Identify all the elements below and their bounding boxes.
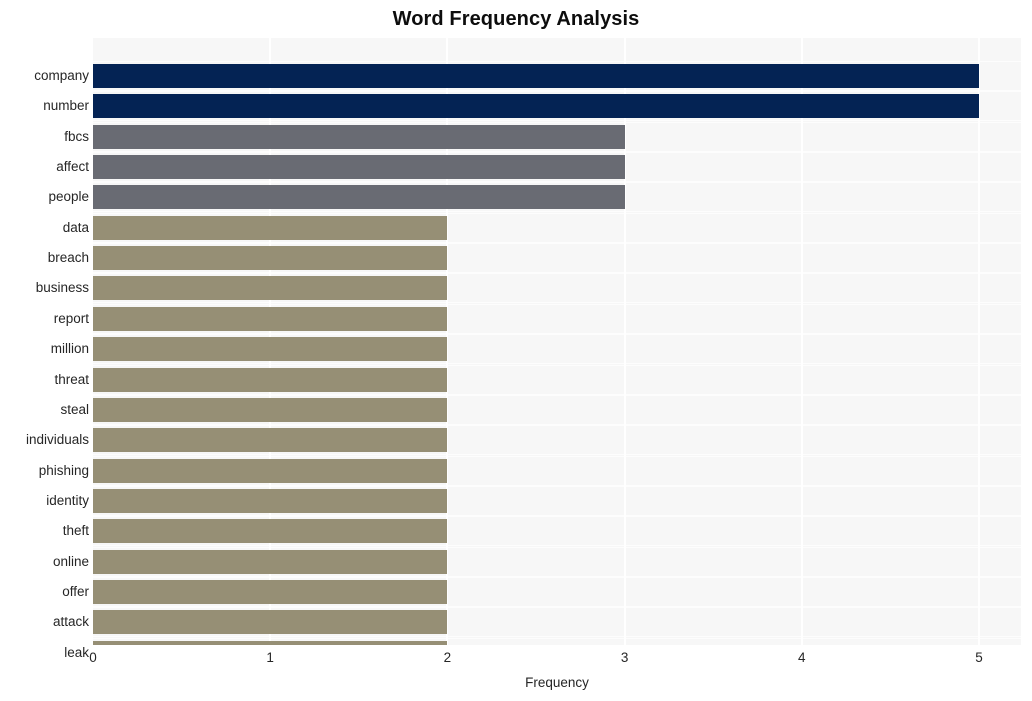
- bar: [93, 459, 447, 483]
- bar: [93, 125, 625, 149]
- bar: [93, 428, 447, 452]
- horizontal-gridline: [93, 211, 1021, 212]
- horizontal-gridline: [93, 545, 1021, 546]
- horizontal-gridline: [93, 636, 1021, 637]
- horizontal-gridline: [93, 120, 1021, 121]
- bar: [93, 64, 979, 88]
- bar: [93, 94, 979, 118]
- y-axis-label-offer: offer: [62, 583, 89, 599]
- bar: [93, 610, 447, 634]
- bar: [93, 276, 447, 300]
- horizontal-gridline: [93, 152, 1021, 153]
- bar: [93, 368, 447, 392]
- horizontal-gridline: [93, 182, 1021, 183]
- horizontal-gridline: [93, 456, 1021, 457]
- chart-title: Word Frequency Analysis: [392, 8, 640, 30]
- bar: [93, 489, 447, 513]
- y-axis-label-online: online: [52, 553, 89, 569]
- x-axis-tick-4: 4: [798, 650, 806, 665]
- y-axis-label-fbcs: fbcs: [64, 128, 89, 144]
- vertical-gridline: [800, 38, 803, 645]
- y-axis-label-people: people: [48, 189, 89, 205]
- horizontal-gridline: [93, 61, 1021, 62]
- bar: [93, 185, 625, 209]
- y-axis-label-phishing: phishing: [38, 462, 89, 478]
- horizontal-gridline: [93, 577, 1021, 578]
- plot-area: [93, 38, 1021, 645]
- horizontal-gridline: [93, 454, 1021, 455]
- y-axis-label-million: million: [50, 341, 89, 357]
- horizontal-gridline: [93, 122, 1021, 123]
- y-axis-label-steal: steal: [60, 401, 89, 417]
- horizontal-gridline: [93, 243, 1021, 244]
- horizontal-gridline: [93, 273, 1021, 274]
- bar: [93, 216, 447, 240]
- y-axis-label-attack: attack: [52, 614, 89, 630]
- x-axis-title: Frequency: [525, 675, 589, 690]
- y-axis-label-business: business: [35, 280, 89, 296]
- y-axis-label-number: number: [43, 98, 89, 114]
- horizontal-gridline: [93, 547, 1021, 548]
- y-axis-label-affect: affect: [56, 159, 89, 175]
- bar: [93, 519, 447, 543]
- y-axis-label-report: report: [53, 310, 89, 326]
- y-axis-label-breach: breach: [47, 250, 89, 266]
- x-axis-tick-3: 3: [620, 650, 629, 665]
- horizontal-gridline: [93, 91, 1021, 92]
- y-axis-label-company: company: [34, 68, 89, 83]
- horizontal-gridline: [93, 638, 1021, 639]
- bar: [93, 550, 447, 574]
- bar: [93, 246, 447, 270]
- bar: [93, 580, 447, 604]
- bar: [93, 398, 447, 422]
- horizontal-gridline: [93, 607, 1021, 608]
- word-frequency-chart: Word Frequency Analysis company number fbc…: [0, 0, 1032, 701]
- x-axis-tick-1: 1: [266, 650, 274, 665]
- bar: [93, 155, 625, 179]
- horizontal-gridline: [93, 363, 1021, 364]
- x-axis-tick-2: 2: [443, 650, 452, 665]
- y-axis-label-theft: theft: [62, 523, 89, 539]
- y-axis-label-individuals: individuals: [25, 432, 89, 448]
- horizontal-gridline: [93, 425, 1021, 426]
- y-axis-label-data: data: [62, 219, 89, 235]
- horizontal-gridline: [93, 516, 1021, 517]
- y-axis-label-identity: identity: [46, 492, 89, 508]
- horizontal-gridline: [93, 334, 1021, 335]
- x-axis-tick-0: 0: [89, 650, 97, 665]
- bar: [93, 641, 447, 645]
- horizontal-gridline: [93, 486, 1021, 487]
- y-axis-label-threat: threat: [54, 371, 89, 387]
- bar: [93, 337, 447, 361]
- horizontal-gridline: [93, 395, 1021, 396]
- horizontal-gridline: [93, 365, 1021, 366]
- horizontal-gridline: [93, 213, 1021, 214]
- bar: [93, 307, 447, 331]
- x-axis-tick-5: 5: [975, 650, 983, 665]
- vertical-gridline: [978, 38, 980, 645]
- horizontal-gridline: [93, 304, 1021, 305]
- horizontal-gridline: [93, 302, 1021, 303]
